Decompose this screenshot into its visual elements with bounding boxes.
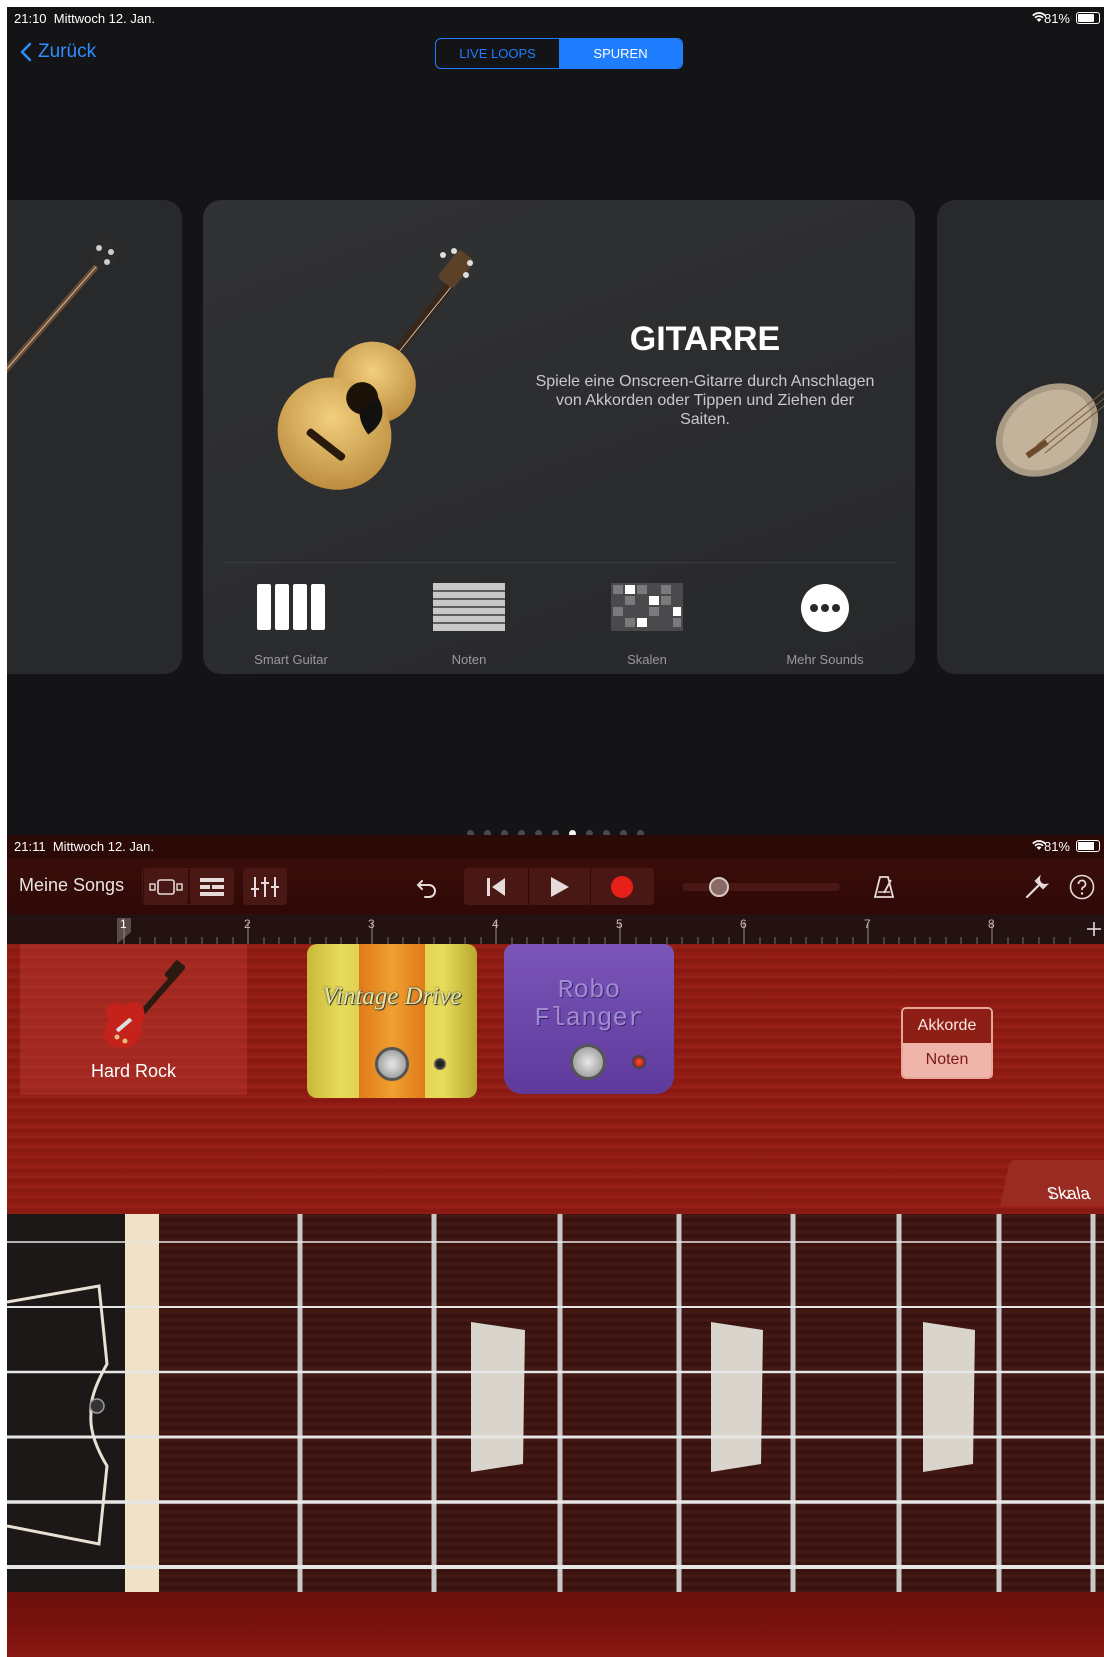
toggle-akkorde[interactable]: Akkorde [903, 1009, 991, 1043]
scale-label: Skala [1045, 1184, 1092, 1203]
segmented-control: LIVE LOOPS SPUREN [435, 38, 683, 69]
pedal-vintage-drive[interactable]: Vintage Drive [307, 944, 477, 1098]
ruler-mark: 1 [120, 917, 127, 931]
wrench-icon [1025, 874, 1049, 898]
back-button[interactable]: Zurück [20, 41, 96, 63]
option-smart-guitar[interactable]: Smart Guitar [221, 583, 361, 667]
back-label: Zurück [38, 41, 97, 62]
ruler-mark: 2 [244, 917, 251, 931]
status-date: Mittwoch 12. Jan. [52, 839, 154, 854]
notes-icon [433, 583, 505, 631]
preset-hard-rock-button[interactable]: Hard Rock [20, 944, 247, 1095]
pipa-image [995, 383, 1104, 477]
status-time: 21:11 [14, 839, 46, 854]
pedal-led [434, 1058, 446, 1070]
chords-notes-toggle: Akkorde Noten [901, 1007, 993, 1079]
tab-live-loops[interactable]: LIVE LOOPS [436, 39, 559, 68]
rewind-button[interactable] [465, 868, 528, 905]
option-skalen[interactable]: Skalen [577, 583, 717, 667]
tracks-icon [200, 877, 224, 896]
ruler-mark: 5 [616, 917, 623, 931]
bass-guitar-image [7, 238, 123, 374]
play-button[interactable] [527, 868, 591, 905]
instrument-card-guitar[interactable]: GITARRE Spiele eine Onscreen-Gitarre dur… [203, 200, 915, 674]
scales-icon [611, 583, 683, 631]
instrument-browser-screen: 21:10 Mittwoch 12. Jan. 81% Zurück LIVE … [7, 7, 1104, 837]
guitar-body-edge [7, 1592, 1104, 1657]
card-divider [223, 562, 895, 563]
electric-guitar-image [103, 960, 185, 1048]
mixer-icon [251, 876, 279, 897]
volume-slider[interactable] [682, 876, 840, 898]
control-bar: Meine Songs [7, 859, 1104, 914]
pedal-vintage-drive-label: Vintage Drive [322, 983, 462, 1010]
play-icon [551, 876, 569, 897]
more-icon [801, 584, 849, 632]
status-bar: 21:10 Mittwoch 12. Jan. 81% [7, 7, 1104, 31]
ruler-mark: 4 [492, 917, 499, 931]
ruler-mark: 3 [368, 917, 375, 931]
footswitch[interactable] [375, 1047, 409, 1081]
pedal-robo-flanger-label: Robo Flanger [534, 975, 644, 1033]
fretboard-drawing [7, 1214, 1104, 1592]
record-button[interactable] [591, 868, 654, 905]
battery-percent: 81% [1043, 11, 1070, 26]
acoustic-guitar-image [277, 248, 474, 490]
pedal-led [632, 1055, 646, 1069]
tab-spuren[interactable]: SPUREN [559, 39, 682, 68]
record-icon [611, 875, 633, 898]
option-label: Smart Guitar [254, 652, 328, 667]
toggle-noten[interactable]: Noten [903, 1043, 991, 1077]
instrument-description: Spiele eine Onscreen-Gitarre durch Ansch… [535, 373, 875, 428]
option-label: Noten [451, 652, 487, 667]
undo-button[interactable] [407, 868, 447, 905]
option-mehr-sounds[interactable]: Mehr Sounds [755, 583, 895, 667]
ruler-ticks [117, 918, 1101, 944]
smart-guitar-icon [257, 584, 325, 630]
ruler-mark: 6 [740, 917, 747, 931]
ruler-mark: 7 [864, 917, 871, 931]
instrument-card-bass[interactable] [7, 200, 182, 674]
timeline-ruler[interactable]: 1 2 3 4 5 6 7 8 [7, 914, 1104, 944]
guitar-fretboard[interactable] [7, 1214, 1104, 1592]
metronome-button[interactable] [864, 868, 904, 905]
browser-view-button[interactable] [144, 868, 188, 905]
battery-icon [1076, 12, 1100, 24]
volume-slider-thumb[interactable] [709, 877, 729, 897]
tracks-view-button[interactable] [190, 868, 234, 905]
help-icon [1069, 874, 1095, 899]
chevron-left-icon [20, 42, 32, 62]
preset-label: Hard Rock [90, 1061, 177, 1081]
transport-controls [464, 868, 654, 905]
status-bar: 21:11 Mittwoch 12. Jan. 81% [7, 835, 1104, 859]
undo-icon [416, 879, 436, 898]
browser-icon [149, 878, 183, 895]
battery-percent: 81% [1043, 839, 1070, 854]
pedal-robo-flanger[interactable]: Robo Flanger [504, 944, 674, 1094]
footswitch[interactable] [570, 1044, 606, 1080]
help-button[interactable] [1062, 868, 1102, 905]
instrument-card-pipa[interactable] [937, 200, 1104, 674]
option-label: Skalen [627, 652, 667, 667]
metronome-icon [873, 875, 895, 898]
battery-icon [1076, 840, 1100, 852]
settings-button[interactable] [1017, 868, 1057, 905]
scale-button[interactable]: ♩♩ Skala [1000, 1160, 1104, 1206]
my-songs-button[interactable]: Meine Songs [19, 875, 124, 896]
guitar-track-screen: 21:11 Mittwoch 12. Jan. 81% Meine Songs [7, 835, 1104, 1657]
status-time: 21:10 [14, 11, 47, 26]
rewind-icon [487, 877, 505, 896]
ruler-mark: 8 [988, 917, 995, 931]
option-label: Mehr Sounds [786, 652, 864, 667]
mixer-button[interactable] [243, 868, 287, 905]
status-date: Mittwoch 12. Jan. [53, 11, 155, 26]
instrument-title: GITARRE [629, 320, 781, 358]
option-noten[interactable]: Noten [399, 583, 539, 667]
